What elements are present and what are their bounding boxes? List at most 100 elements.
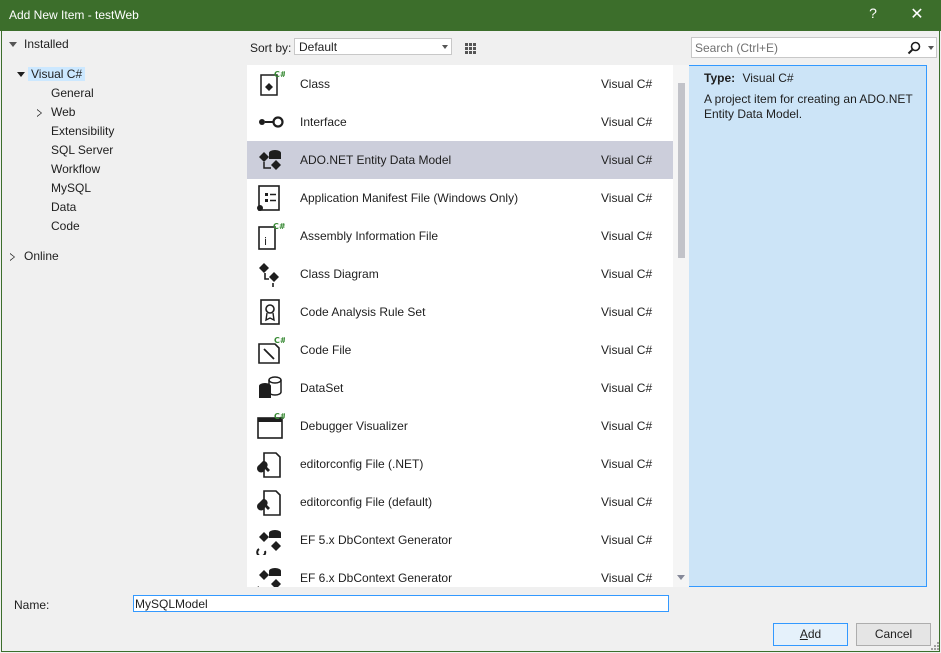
template-item-name: EF 6.x DbContext Generator [300,571,453,585]
rule-set-icon [260,299,280,325]
template-item[interactable]: Application Manifest File (Windows Only)… [247,179,673,217]
collapse-arrow-icon[interactable] [8,35,18,54]
resize-grip-icon[interactable] [929,640,939,650]
ef-generator-icon [256,530,281,555]
entity-model-icon [259,150,281,170]
template-item-language: Visual C# [601,153,653,167]
template-item-language: Visual C# [601,267,653,281]
template-item[interactable]: C# Code File Visual C# [247,331,673,369]
template-item[interactable]: EF 6.x DbContext Generator Visual C# [247,559,673,587]
tree-node-sql-server[interactable]: SQL Server [51,141,113,160]
class-icon: C# [260,70,285,96]
template-item[interactable]: i C# Assembly Information File Visual C# [247,217,673,255]
chevron-down-icon [442,45,448,49]
name-row: Name: Add Cancel [2,587,941,652]
vertical-scrollbar[interactable] [673,65,689,587]
tree-label-installed: Installed [24,37,69,51]
search-input[interactable] [695,40,900,55]
template-item-name: Application Manifest File (Windows Only) [300,191,519,205]
tree-node-workflow[interactable]: Workflow [51,160,100,179]
template-item-name: Class [300,77,331,91]
template-item[interactable]: C# Class Visual C# [247,65,673,103]
expand-arrow-icon[interactable] [8,247,18,266]
expand-arrow-icon[interactable] [35,103,45,122]
tree-node-visual-csharp[interactable]: Visual C# [16,65,86,84]
tree-label: MySQL [51,181,92,195]
tree-label-online: Online [24,249,59,263]
svg-text:C#: C# [274,412,285,421]
template-item-name: Interface [300,115,347,129]
template-item[interactable]: editorconfig File (.NET) Visual C# [247,445,673,483]
template-item-name: DataSet [300,381,344,395]
type-value: Visual C# [742,71,794,85]
template-item-name: Class Diagram [300,267,379,281]
tree-node-installed[interactable]: Installed [8,35,69,54]
type-label: Type: [704,71,736,85]
template-item-language: Visual C# [601,77,653,91]
name-field[interactable] [133,595,669,612]
help-button[interactable]: ? [862,5,884,25]
chevron-down-icon[interactable] [928,46,934,50]
template-item-name: editorconfig File (default) [300,495,433,509]
scroll-down-icon[interactable] [677,575,685,580]
template-item-language: Visual C# [601,495,653,509]
cancel-button[interactable]: Cancel [856,623,931,646]
template-tree: Installed Visual C# General Web Extensib… [2,31,242,587]
tree-node-extensibility[interactable]: Extensibility [51,122,114,141]
add-label-rest: dd [807,627,822,641]
tree-node-data[interactable]: Data [51,198,76,217]
template-list: C#ClassVisual C#InterfaceVisual C#ADO.NE… [247,65,689,587]
template-item[interactable]: Code Analysis Rule Set Visual C# [247,293,673,331]
template-item-name: Debugger Visualizer [300,419,408,433]
template-item-language: Visual C# [601,419,653,433]
template-item[interactable]: C# Debugger Visualizer Visual C# [247,407,673,445]
tree-node-general[interactable]: General [51,84,94,103]
collapse-arrow-icon[interactable] [16,65,26,84]
search-box[interactable] [691,37,937,58]
svg-text:C#: C# [273,222,285,231]
class-diagram-icon [259,263,279,287]
svg-text:C#: C# [274,70,285,79]
template-item-name: editorconfig File (.NET) [300,457,424,471]
template-item[interactable]: EF 5.x DbContext Generator Visual C# [247,521,673,559]
template-item[interactable]: Class Diagram Visual C# [247,255,673,293]
tree-node-mysql[interactable]: MySQL [51,179,91,198]
template-item-language: Visual C# [601,229,653,243]
search-icon[interactable] [907,41,921,55]
close-button[interactable]: ✕ [905,4,929,26]
tree-label: Web [51,105,76,119]
template-item-language: Visual C# [601,571,653,585]
tree-label: Data [51,200,77,214]
tree-node-code[interactable]: Code [51,217,80,236]
tree-node-online[interactable]: Online [8,247,59,266]
description-text: A project item for creating an ADO.NET E… [704,92,913,121]
template-item-language: Visual C# [601,343,653,357]
template-item[interactable]: editorconfig File (default) Visual C# [247,483,673,521]
add-button[interactable]: Add [773,623,848,646]
template-item-language: Visual C# [601,381,653,395]
interface-icon [259,116,284,128]
template-item-name: Code File [300,343,352,357]
assembly-info-icon: i C# [258,222,285,250]
editorconfig-icon [257,452,281,478]
template-item[interactable]: Interface Visual C# [247,103,673,141]
sort-dropdown[interactable]: Default [294,38,452,55]
add-mnemonic: A [799,627,808,641]
code-file-icon: C# [258,336,285,364]
dialog-body: Installed Visual C# General Web Extensib… [1,31,940,652]
ef-generator-icon [257,568,281,587]
template-item[interactable]: DataSet Visual C# [247,369,673,407]
sort-value: Default [299,40,338,54]
name-input[interactable] [135,596,663,611]
tree-label: Workflow [51,162,101,176]
template-item[interactable]: ADO.NET Entity Data Model Visual C# [247,141,673,179]
scrollbar-thumb[interactable] [678,83,685,258]
template-item-language: Visual C# [601,305,653,319]
template-item-language: Visual C# [601,191,653,205]
tree-node-web[interactable]: Web [35,103,75,122]
dataset-icon [259,376,282,398]
grid-view-button[interactable] [460,38,480,58]
template-item-language: Visual C# [601,533,653,547]
template-item-name: EF 5.x DbContext Generator [300,533,453,547]
template-item-name: Assembly Information File [300,229,439,243]
